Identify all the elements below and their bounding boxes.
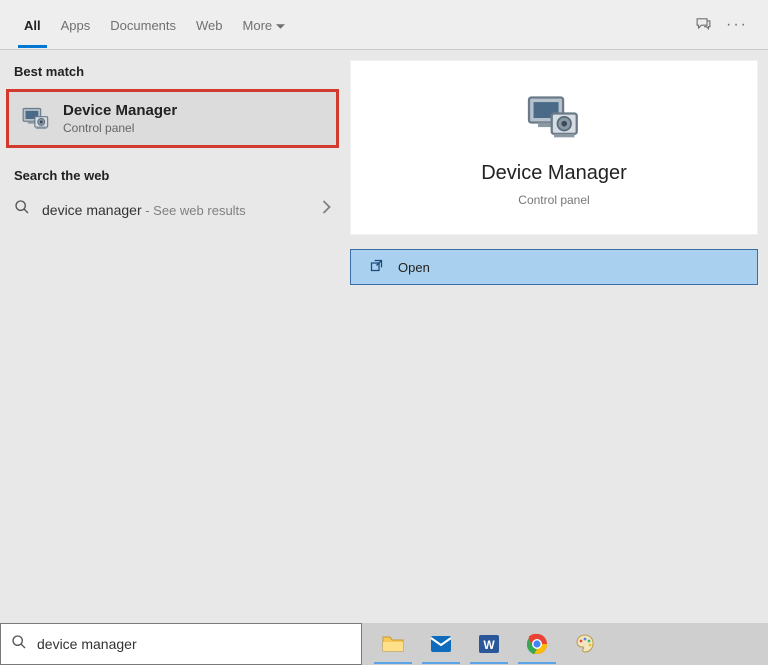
device-manager-icon <box>21 104 51 134</box>
best-match-subtitle: Control panel <box>63 121 177 135</box>
open-button[interactable]: Open <box>350 249 758 285</box>
more-options-button[interactable]: ··· <box>720 8 754 42</box>
taskbar-paint[interactable] <box>562 624 608 664</box>
results-panel: Best match Device Manager Control panel … <box>0 50 345 623</box>
tab-web[interactable]: Web <box>186 2 233 47</box>
chevron-down-icon <box>276 18 285 33</box>
open-label: Open <box>398 260 430 275</box>
web-result-query: device manager <box>42 202 142 218</box>
bottom-bar: W <box>0 623 768 665</box>
tab-all[interactable]: All <box>14 2 51 47</box>
search-tabs-bar: All Apps Documents Web More ··· <box>0 0 768 50</box>
preview-panel: Device Manager Control panel Open <box>345 50 768 623</box>
web-search-result[interactable]: device manager - See web results <box>0 189 345 230</box>
search-box[interactable] <box>0 623 362 665</box>
taskbar-mail[interactable] <box>418 624 464 664</box>
best-match-result[interactable]: Device Manager Control panel <box>6 89 339 148</box>
taskbar: W <box>362 623 768 665</box>
feedback-icon[interactable] <box>686 8 720 42</box>
taskbar-chrome[interactable] <box>514 624 560 664</box>
search-icon <box>14 199 30 220</box>
search-input[interactable] <box>37 636 351 652</box>
preview-subtitle: Control panel <box>518 193 589 207</box>
web-result-suffix: - See web results <box>142 203 246 218</box>
taskbar-file-explorer[interactable] <box>370 624 416 664</box>
open-icon <box>369 258 384 276</box>
preview-title: Device Manager <box>481 162 627 185</box>
tab-more-label: More <box>243 18 273 33</box>
taskbar-word[interactable]: W <box>466 624 512 664</box>
svg-text:W: W <box>483 638 495 652</box>
best-match-header: Best match <box>0 50 345 85</box>
ellipsis-icon: ··· <box>726 16 748 34</box>
device-manager-large-icon <box>526 93 582 148</box>
tab-documents[interactable]: Documents <box>100 2 186 47</box>
chevron-right-icon <box>322 200 331 219</box>
tab-more[interactable]: More <box>233 2 296 47</box>
search-web-header: Search the web <box>0 154 345 189</box>
best-match-title: Device Manager <box>63 102 177 119</box>
preview-card: Device Manager Control panel <box>350 60 758 235</box>
tab-apps[interactable]: Apps <box>51 2 101 47</box>
search-icon <box>11 634 27 655</box>
